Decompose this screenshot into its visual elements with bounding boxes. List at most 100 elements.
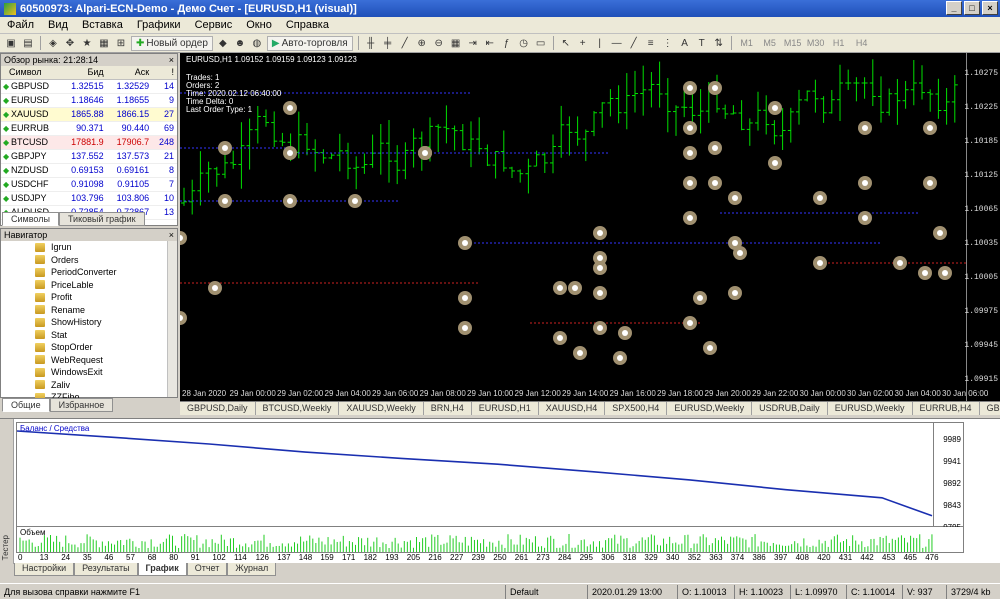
vertical-line-icon[interactable]: | xyxy=(593,36,607,51)
bar-chart-icon[interactable]: ╫ xyxy=(364,36,378,51)
zoom-out-icon[interactable]: ⊖ xyxy=(432,36,446,51)
market-watch-row[interactable]: ◆ GBPJPY 137.552 137.573 21 xyxy=(1,149,177,164)
market-watch-row[interactable]: ◆ GBPUSD 1.32515 1.32529 14 xyxy=(1,79,177,94)
chart-tab[interactable]: EURUSD,Weekly xyxy=(828,402,913,415)
navigator-scrollbar[interactable] xyxy=(167,241,177,397)
chart-shift-icon[interactable]: ⇥ xyxy=(466,36,480,51)
price-chart[interactable]: EURUSD,H1 1.09152 1.09159 1.09123 1.0912… xyxy=(180,53,1000,401)
metaeditor-icon[interactable]: ◆ xyxy=(216,36,230,51)
text-icon[interactable]: A xyxy=(678,36,692,51)
zoom-in-icon[interactable]: ⊕ xyxy=(415,36,429,51)
new-order-button[interactable]: ✚ Новый ордер xyxy=(131,35,213,51)
navigator-item[interactable]: ShowHistory xyxy=(1,316,177,329)
minimize-button[interactable]: _ xyxy=(946,1,962,15)
tab-tick-chart[interactable]: Тиковый график xyxy=(58,212,145,226)
tile-windows-icon[interactable]: ▦ xyxy=(449,36,463,51)
close-icon[interactable]: × xyxy=(169,230,177,240)
navigator-item[interactable]: WindowsExit xyxy=(1,366,177,379)
chart-tab[interactable]: USDRUB,Daily xyxy=(752,402,828,415)
maximize-button[interactable]: □ xyxy=(964,1,980,15)
navigator-item[interactable]: Stat xyxy=(1,329,177,342)
tf-m30[interactable]: M30 xyxy=(806,36,826,51)
market-watch-row[interactable]: ◆ USDCHF 0.91098 0.91105 7 xyxy=(1,177,177,192)
col-ask[interactable]: Аск xyxy=(106,66,153,80)
data-window-icon[interactable]: ✥ xyxy=(63,36,77,51)
navigator-item[interactable]: WebRequest xyxy=(1,354,177,367)
arrows-icon[interactable]: ⇅ xyxy=(712,36,726,51)
indicators-icon[interactable]: ƒ xyxy=(500,36,514,51)
trendline-icon[interactable]: ╱ xyxy=(627,36,641,51)
fibo-icon[interactable]: ⋮ xyxy=(661,36,675,51)
tab-results[interactable]: Результаты xyxy=(74,563,138,576)
menu-charts[interactable]: Графики xyxy=(130,19,188,31)
terminal-icon[interactable]: ▦ xyxy=(97,36,111,51)
chart-tab[interactable]: EURUSD,H1 xyxy=(472,402,539,415)
navigator-item[interactable]: PeriodConverter xyxy=(1,266,177,279)
tf-h1[interactable]: H1 xyxy=(829,36,849,51)
market-watch-row[interactable]: ◆ XAUUSD 1865.88 1866.15 27 xyxy=(1,107,177,122)
col-spread[interactable]: ! xyxy=(152,66,177,80)
autoscroll-icon[interactable]: ⇤ xyxy=(483,36,497,51)
chart-tab[interactable]: GBPUSD,Daily xyxy=(180,402,256,415)
navigator-item[interactable]: PriceLable xyxy=(1,279,177,292)
navigator-item[interactable]: StopOrder xyxy=(1,341,177,354)
horizontal-line-icon[interactable]: — xyxy=(610,36,624,51)
chart-tab[interactable]: EURRUB,H4 xyxy=(913,402,980,415)
navigator-item[interactable]: Rename xyxy=(1,304,177,317)
market-icon[interactable]: ◍ xyxy=(250,36,264,51)
templates-icon[interactable]: ▭ xyxy=(534,36,548,51)
navigator-item[interactable]: Orders xyxy=(1,254,177,267)
market-watch-row[interactable]: ◆ EURRUB 90.371 90.440 69 xyxy=(1,121,177,136)
menu-file[interactable]: Файл xyxy=(0,19,41,31)
chart-tab[interactable]: BRN,H4 xyxy=(424,402,472,415)
chart-tab[interactable]: BTCUSD,Weekly xyxy=(256,402,340,415)
navigator-icon[interactable]: ★ xyxy=(80,36,94,51)
menu-tools[interactable]: Сервис xyxy=(188,19,240,31)
cursor-icon[interactable]: ↖ xyxy=(559,36,573,51)
tf-m5[interactable]: M5 xyxy=(760,36,780,51)
chart-tab[interactable]: GBPUSD,H1 xyxy=(980,402,1000,415)
tab-graph[interactable]: График xyxy=(137,563,187,576)
tab-symbols[interactable]: Символы xyxy=(2,212,59,226)
chart-tab[interactable]: EURUSD,Weekly xyxy=(667,402,753,415)
market-watch-icon[interactable]: ◈ xyxy=(46,36,60,51)
autotrading-button[interactable]: ▶ Авто-торговля xyxy=(266,35,353,51)
navigator-item[interactable]: Zaliv xyxy=(1,379,177,392)
periods-icon[interactable]: ◷ xyxy=(517,36,531,51)
col-bid[interactable]: Бид xyxy=(61,66,107,80)
menu-insert[interactable]: Вставка xyxy=(75,19,130,31)
navigator-item[interactable]: Profit xyxy=(1,291,177,304)
market-watch-row[interactable]: ◆ USDJPY 103.796 103.806 10 xyxy=(1,191,177,206)
price-axis[interactable]: 1.10275 1.10225 1.10185 1.10125 1.10065 1.100… xyxy=(964,53,1000,401)
chart-tab[interactable]: SPX500,H4 xyxy=(605,402,668,415)
chart-tab[interactable]: XAUUSD,H4 xyxy=(539,402,606,415)
tab-settings[interactable]: Настройки xyxy=(14,563,75,576)
market-watch-row[interactable]: ◆ EURUSD 1.18646 1.18655 9 xyxy=(1,93,177,108)
candlestick-icon[interactable]: ╪ xyxy=(381,36,395,51)
tab-common[interactable]: Общие xyxy=(2,398,50,412)
close-icon[interactable]: × xyxy=(169,55,177,65)
menu-window[interactable]: Окно xyxy=(239,19,279,31)
menu-help[interactable]: Справка xyxy=(279,19,336,31)
close-button[interactable]: × xyxy=(982,1,998,15)
tf-m15[interactable]: M15 xyxy=(783,36,803,51)
col-symbol[interactable]: Символ xyxy=(1,66,62,80)
tester-icon[interactable]: ⊞ xyxy=(114,36,128,51)
market-watch-row[interactable]: ◆ NZDUSD 0.69153 0.69161 8 xyxy=(1,163,177,178)
market-watch-row[interactable]: ◆ BTCUSD 17881.9 17906.7 248 xyxy=(1,135,177,150)
tf-m1[interactable]: M1 xyxy=(737,36,757,51)
navigator-item[interactable]: Igrun xyxy=(1,241,177,254)
new-chart-icon[interactable]: ▣ xyxy=(4,36,18,51)
tab-journal[interactable]: Журнал xyxy=(227,563,277,576)
line-chart-icon[interactable]: ╱ xyxy=(398,36,412,51)
tab-report[interactable]: Отчет xyxy=(186,563,228,576)
crosshair-icon[interactable]: + xyxy=(576,36,590,51)
signals-icon[interactable]: ☻ xyxy=(233,36,247,51)
label-icon[interactable]: T xyxy=(695,36,709,51)
tf-h4[interactable]: H4 xyxy=(852,36,872,51)
chart-tab[interactable]: XAUUSD,Weekly xyxy=(339,402,424,415)
channel-icon[interactable]: ≡ xyxy=(644,36,658,51)
menu-view[interactable]: Вид xyxy=(41,19,75,31)
tab-favorites[interactable]: Избранное xyxy=(49,398,114,412)
profiles-icon[interactable]: ▤ xyxy=(21,36,35,51)
